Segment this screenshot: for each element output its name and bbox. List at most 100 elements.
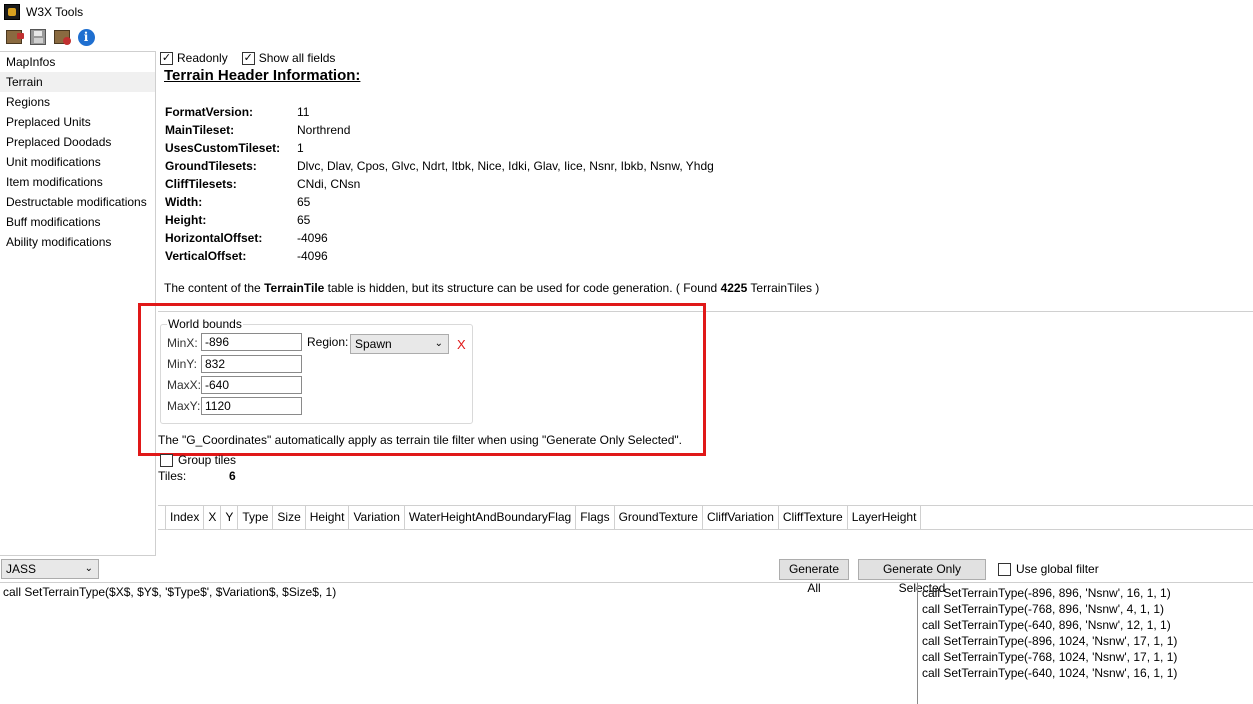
sidebar-item-destructable-modifications[interactable]: Destructable modifications [0, 192, 155, 212]
column-header-index[interactable]: Index [166, 505, 205, 530]
info-value: 1 [297, 141, 304, 155]
column-header-x[interactable]: X [204, 505, 222, 530]
tiles-count-value: 6 [229, 469, 236, 483]
info-row: UsesCustomTileset: 1 [165, 139, 714, 157]
save-button[interactable] [28, 27, 48, 47]
info-value: CNdi, CNsn [297, 177, 361, 191]
open-map-button[interactable] [4, 27, 24, 47]
window-title: W3X Tools [26, 5, 84, 19]
info-key: Height: [165, 213, 207, 227]
info-key: HorizontalOffset: [165, 231, 263, 245]
sidebar-item-unit-modifications[interactable]: Unit modifications [0, 152, 155, 172]
chevron-down-icon: ⌄ [84, 563, 93, 574]
output-line: call SetTerrainType(-768, 1024, 'Nsnw', … [922, 650, 1178, 664]
info-key: VerticalOffset: [165, 249, 247, 263]
info-row: FormatVersion: 11 [165, 103, 714, 121]
sidebar-item-preplaced-units[interactable]: Preplaced Units [0, 112, 155, 132]
column-header-layer-height[interactable]: LayerHeight [848, 505, 922, 530]
note-table-name: TerrainTile [264, 281, 325, 295]
info-row: Width: 65 [165, 193, 714, 211]
info-key: GroundTilesets: [165, 159, 257, 173]
sidebar-item-item-modifications[interactable]: Item modifications [0, 172, 155, 192]
info-key: CliffTilesets: [165, 177, 237, 191]
highlight-box [138, 303, 706, 456]
column-header-cliff-variation[interactable]: CliffVariation [703, 505, 779, 530]
tiles-grid-header: Index X Y Type Size Height Variation Wat… [158, 505, 1253, 530]
save-as-icon [54, 30, 71, 45]
app-icon [4, 4, 20, 20]
generator-bar: JASS ⌄ Generate All Generate Only Select… [0, 558, 1253, 595]
global-filter-option: Use global filter [998, 562, 1099, 576]
info-value: Northrend [297, 123, 351, 137]
toolbar: i [0, 25, 1253, 49]
info-button[interactable]: i [76, 27, 96, 47]
sidebar: MapInfos Terrain Regions Preplaced Units… [0, 51, 156, 556]
info-row: HorizontalOffset: -4096 [165, 229, 714, 247]
output-line: call SetTerrainType(-896, 1024, 'Nsnw', … [922, 634, 1178, 648]
sidebar-item-terrain[interactable]: Terrain [0, 72, 155, 92]
terrain-info-table: FormatVersion: 11 MainTileset: Northrend U… [165, 103, 714, 265]
sidebar-item-ability-modifications[interactable]: Ability modifications [0, 232, 155, 252]
language-selected-value: JASS [6, 562, 37, 576]
info-value: 65 [297, 213, 311, 227]
show-all-fields-checkbox[interactable] [241, 51, 255, 65]
info-key: UsesCustomTileset: [165, 141, 281, 155]
column-header-ground-texture[interactable]: GroundTexture [615, 505, 703, 530]
column-header-size[interactable]: Size [273, 505, 306, 530]
generate-only-selected-button[interactable]: Generate Only Selected [858, 559, 986, 595]
open-map-icon [6, 30, 24, 44]
terrain-header-title: Terrain Header Information: [164, 67, 361, 84]
info-value: 11 [297, 105, 310, 119]
column-header-water-height[interactable]: WaterHeightAndBoundaryFlag [405, 505, 577, 530]
info-row: GroundTilesets: Dlvc, Dlav, Cpos, Glvc, N… [165, 157, 714, 175]
info-value: Dlvc, Dlav, Cpos, Glvc, Ndrt, Itbk, Nice… [297, 159, 714, 173]
info-key: Width: [165, 195, 203, 209]
note-middle: table is hidden, but its structure can b… [324, 281, 721, 295]
info-value: -4096 [297, 249, 328, 263]
tiles-count-label: Tiles: [158, 469, 187, 483]
info-key: FormatVersion: [165, 105, 254, 119]
output-line: call SetTerrainType(-640, 896, 'Nsnw', 1… [922, 618, 1171, 632]
output-line: call SetTerrainType(-768, 896, 'Nsnw', 4… [922, 602, 1165, 616]
template-text: call SetTerrainType($X$, $Y$, '$Type$', … [3, 585, 337, 599]
note-prefix: The content of the [164, 281, 265, 295]
save-icon [30, 29, 46, 45]
sidebar-item-preplaced-doodads[interactable]: Preplaced Doodads [0, 132, 155, 152]
title-bar: W3X Tools [0, 0, 1253, 24]
template-editor[interactable]: call SetTerrainType($X$, $Y$, '$Type$', … [0, 582, 918, 704]
info-row: Height: 65 [165, 211, 714, 229]
column-header-cliff-texture[interactable]: CliffTexture [779, 505, 848, 530]
view-options: Readonly Show all fields [160, 51, 345, 65]
group-tiles-option: Group tiles [160, 453, 236, 467]
info-row: VerticalOffset: -4096 [165, 247, 714, 265]
info-row: MainTileset: Northrend [165, 121, 714, 139]
sidebar-item-mapinfos[interactable]: MapInfos [0, 52, 155, 72]
language-dropdown[interactable]: JASS ⌄ [1, 559, 99, 579]
save-as-button[interactable] [52, 27, 72, 47]
column-header-type[interactable]: Type [238, 505, 274, 530]
column-header-y[interactable]: Y [221, 505, 239, 530]
note-suffix: TerrainTiles ) [747, 281, 820, 295]
generated-output[interactable]: call SetTerrainType(-896, 896, 'Nsnw', 1… [918, 582, 1253, 704]
row-header-corner [158, 505, 166, 530]
sidebar-item-regions[interactable]: Regions [0, 92, 155, 112]
info-value: 65 [297, 195, 311, 209]
info-value: -4096 [297, 231, 328, 245]
group-tiles-label: Group tiles [178, 453, 237, 467]
readonly-label: Readonly [177, 51, 228, 65]
column-header-variation[interactable]: Variation [349, 505, 405, 530]
column-header-flags[interactable]: Flags [576, 505, 615, 530]
note-tile-count: 4225 [720, 281, 748, 295]
sidebar-item-buff-modifications[interactable]: Buff modifications [0, 212, 155, 232]
hidden-table-note: The content of the TerrainTile table is … [164, 281, 819, 295]
output-line: call SetTerrainType(-640, 1024, 'Nsnw', … [922, 666, 1178, 680]
info-row: CliffTilesets: CNdi, CNsn [165, 175, 714, 193]
group-tiles-checkbox[interactable] [160, 453, 173, 467]
column-header-height[interactable]: Height [306, 505, 350, 530]
generate-all-button[interactable]: Generate All [779, 559, 849, 595]
output-line: call SetTerrainType(-896, 896, 'Nsnw', 1… [922, 586, 1171, 600]
readonly-checkbox[interactable] [160, 51, 173, 65]
global-filter-checkbox[interactable] [998, 562, 1011, 576]
info-key: MainTileset: [165, 123, 235, 137]
info-icon: i [77, 28, 95, 46]
